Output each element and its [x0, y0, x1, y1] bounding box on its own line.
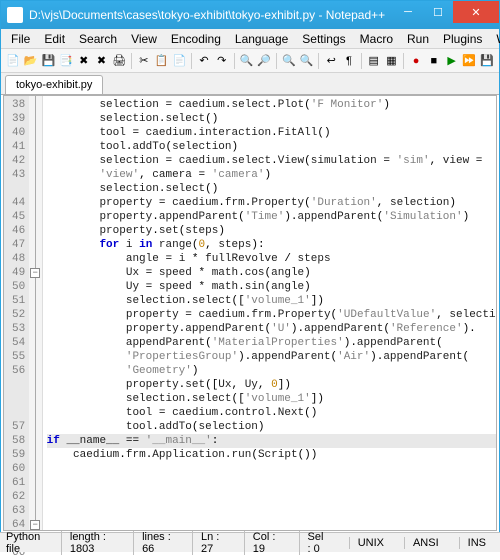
fold-toggle-icon[interactable]: − — [30, 268, 40, 278]
open-file-icon[interactable]: 📂 — [23, 53, 39, 69]
code-area[interactable]: selection = caedium.select.Plot('F Monit… — [43, 96, 496, 530]
menu-run[interactable]: Run — [401, 30, 435, 48]
copy-icon[interactable]: 📋 — [154, 53, 170, 69]
macro-play-icon[interactable]: ▶ — [444, 53, 460, 69]
menu-window[interactable]: Window — [490, 30, 500, 48]
status-lines: lines : 66 — [133, 531, 180, 555]
menu-search[interactable]: Search — [73, 30, 123, 48]
print-icon[interactable]: 🖨 — [111, 53, 127, 69]
window-title: D:\vjs\Documents\cases\tokyo-exhibit\tok… — [29, 8, 393, 22]
maximize-button[interactable]: ☐ — [423, 1, 453, 23]
cut-icon[interactable]: ✂ — [136, 53, 152, 69]
status-mode: INS — [459, 537, 494, 549]
show-chars-icon[interactable]: ¶ — [341, 53, 357, 69]
status-ln: Ln : 27 — [192, 531, 232, 555]
close-button[interactable]: ✕ — [453, 1, 499, 23]
close-all-icon[interactable]: ✖ — [94, 53, 110, 69]
macro-repeat-icon[interactable]: ⏩ — [461, 53, 477, 69]
menu-language[interactable]: Language — [229, 30, 294, 48]
tab-file[interactable]: tokyo-exhibit.py — [5, 75, 103, 94]
window-titlebar: D:\vjs\Documents\cases\tokyo-exhibit\tok… — [1, 1, 499, 29]
status-eol: UNIX — [349, 537, 392, 549]
find-icon[interactable]: 🔍 — [239, 53, 255, 69]
macro-stop-icon[interactable]: ■ — [426, 53, 442, 69]
status-sel: Sel : 0 — [299, 531, 337, 555]
menu-bar: File Edit Search View Encoding Language … — [1, 29, 499, 49]
status-enc: ANSI — [404, 537, 447, 549]
fold-toggle-icon[interactable]: − — [30, 520, 40, 530]
status-lang: Python file — [6, 531, 49, 555]
macro-record-icon[interactable]: ● — [408, 53, 424, 69]
new-file-icon[interactable]: 📄 — [5, 53, 21, 69]
line-number-gutter: 38 39 40 41 42 43 44 45 46 47 48 49 50 5… — [4, 96, 29, 530]
paste-icon[interactable]: 📄 — [171, 53, 187, 69]
replace-icon[interactable]: 🔎 — [256, 53, 272, 69]
save-icon[interactable]: 💾 — [40, 53, 56, 69]
menu-macro[interactable]: Macro — [354, 30, 399, 48]
macro-save-icon[interactable]: 💾 — [479, 53, 495, 69]
menu-edit[interactable]: Edit — [38, 30, 71, 48]
indent-guide-icon[interactable]: ▤ — [366, 53, 382, 69]
app-icon — [7, 7, 23, 23]
fold-margin[interactable]: −− — [29, 96, 42, 530]
close-file-icon[interactable]: ✖ — [76, 53, 92, 69]
wrap-icon[interactable]: ↩ — [323, 53, 339, 69]
menu-encoding[interactable]: Encoding — [165, 30, 227, 48]
minimize-button[interactable]: ─ — [393, 1, 423, 23]
toolbar: 📄 📂 💾 📑 ✖ ✖ 🖨 ✂ 📋 📄 ↶ ↷ 🔍 🔎 🔍 🔍 ↩ ¶ ▤ ▦ … — [1, 49, 499, 73]
code-editor[interactable]: 38 39 40 41 42 43 44 45 46 47 48 49 50 5… — [3, 95, 497, 531]
doc-map-icon[interactable]: ▦ — [384, 53, 400, 69]
menu-file[interactable]: File — [5, 30, 36, 48]
save-all-icon[interactable]: 📑 — [58, 53, 74, 69]
menu-view[interactable]: View — [125, 30, 163, 48]
menu-settings[interactable]: Settings — [296, 30, 351, 48]
undo-icon[interactable]: ↶ — [196, 53, 212, 69]
menu-plugins[interactable]: Plugins — [437, 30, 488, 48]
status-length: length : 1803 — [61, 531, 121, 555]
zoom-in-icon[interactable]: 🔍 — [281, 53, 297, 69]
zoom-out-icon[interactable]: 🔍 — [299, 53, 315, 69]
tab-bar: tokyo-exhibit.py — [1, 73, 499, 95]
redo-icon[interactable]: ↷ — [214, 53, 230, 69]
status-col: Col : 19 — [244, 531, 287, 555]
status-bar: Python file length : 1803 lines : 66 Ln … — [0, 532, 500, 552]
